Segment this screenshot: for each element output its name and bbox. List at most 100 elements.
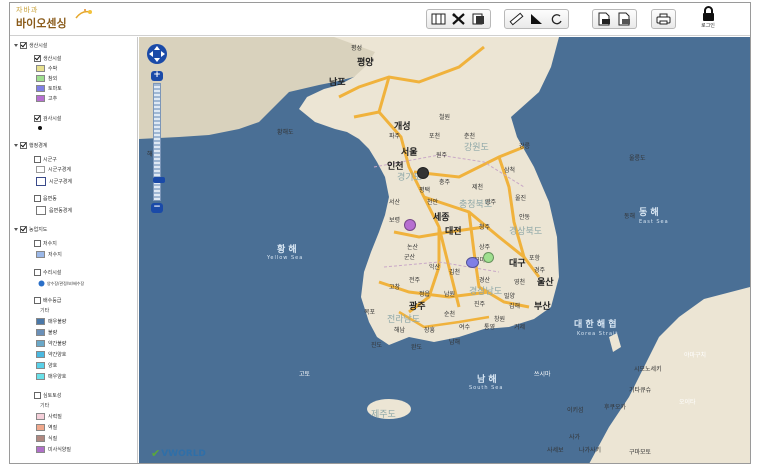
layer-label: 배수등급 — [43, 298, 62, 304]
layer-eupmyeondong-toggle[interactable]: 읍면동 — [34, 195, 57, 202]
section-checkbox[interactable] — [20, 226, 27, 233]
place-label: 강릉 — [519, 143, 531, 150]
section-label: 농업지도 — [29, 227, 48, 233]
layer-checkbox[interactable] — [34, 156, 41, 163]
zoom-slider-thumb[interactable] — [153, 177, 165, 183]
place-label: 파주 — [389, 133, 401, 140]
place-label: 해남 — [394, 327, 406, 334]
place-label: 쓰시마 — [534, 371, 551, 378]
place-label: 사가 — [569, 434, 581, 441]
section-checkbox[interactable] — [20, 142, 27, 149]
sea-label-en: East Sea — [639, 219, 669, 225]
place-label: 청주 — [479, 224, 491, 231]
legend-swatch — [36, 95, 45, 102]
place-label: 김해 — [509, 303, 521, 310]
legend-subhead-label: 기타 — [40, 308, 50, 314]
place-label: 논산 — [407, 244, 419, 251]
tools-icon[interactable] — [450, 12, 467, 27]
layer-checkbox[interactable] — [34, 269, 41, 276]
place-label: 구마모토 — [629, 449, 652, 456]
section-production[interactable]: 생산시설 — [14, 42, 47, 49]
legend-swatch — [36, 446, 45, 453]
legend-swatch — [36, 166, 45, 173]
section-agri[interactable]: 농업지도 — [14, 226, 47, 233]
layer-checkbox[interactable] — [34, 115, 41, 122]
map-view[interactable]: 평성 평양 남포 황해도 개성 철원 파주 포천 춘천 강원도 강릉 해주 서울… — [139, 37, 750, 463]
layer-checkbox[interactable] — [34, 297, 41, 304]
tomato-facility-marker[interactable] — [466, 257, 479, 268]
place-label: 경주 — [534, 267, 546, 274]
place-label: 포항 — [529, 255, 541, 262]
place-label: 통영 — [484, 324, 496, 331]
layer-sigungu-toggle[interactable]: 시군구 — [34, 156, 57, 163]
login-button[interactable]: 로그인 — [697, 6, 719, 34]
place-label: 서산 — [389, 199, 401, 206]
legend-swatch — [36, 340, 45, 347]
layer-facility-toggle[interactable]: 수리시설 — [34, 269, 61, 276]
legend-label: 고추 — [48, 96, 58, 102]
export-icon[interactable] — [596, 12, 613, 27]
place-label: 순천 — [444, 311, 456, 318]
sea-label: 황 해 — [277, 245, 297, 255]
place-label: 원주 — [436, 152, 448, 159]
place-label: 남포 — [329, 78, 346, 88]
pan-control-icon[interactable] — [146, 43, 168, 65]
place-label: 평택 — [419, 187, 431, 194]
legend-label: 읍면동경계 — [49, 208, 73, 214]
legend-swatch — [36, 251, 45, 258]
layer-panel: 생산시설 생산시설 수박 참외 토마토 고추 검사시설 행정경계 시군구 시군구… — [10, 37, 138, 463]
radius-icon[interactable] — [548, 12, 565, 27]
legend-label: 양호 — [48, 363, 58, 369]
layer-soil-toggle[interactable]: 심토토성 — [34, 392, 61, 399]
test-facility-marker[interactable] — [417, 167, 429, 179]
legend-swatch — [36, 424, 45, 431]
legend-label: 매우불량 — [48, 319, 67, 325]
legend-item: 저수지 — [36, 251, 62, 258]
layer-drainage-toggle[interactable]: 배수등급 — [34, 297, 61, 304]
map-book-icon[interactable] — [430, 12, 447, 27]
legend-item: 미사식양질 — [36, 446, 71, 453]
legend-label: 미사식양질 — [48, 447, 72, 453]
legend-swatch — [36, 75, 45, 82]
legend-swatch — [36, 65, 45, 72]
print-icon[interactable] — [655, 12, 672, 27]
section-checkbox[interactable] — [20, 42, 27, 49]
place-label: 황해도 — [277, 129, 294, 136]
zoom-slider[interactable] — [153, 83, 165, 201]
zoom-in-button[interactable]: + — [151, 71, 163, 81]
ruler-icon[interactable] — [508, 12, 525, 27]
layer-checkbox[interactable] — [34, 195, 41, 202]
legend-label: 사력질 — [48, 414, 62, 420]
legend-item: 매우불량 — [36, 318, 66, 325]
legend-label: 약간불량 — [48, 341, 67, 347]
area-icon[interactable] — [528, 12, 545, 27]
place-label: 울산 — [537, 278, 554, 288]
app-logo[interactable]: 자바과 바이오센싱 — [14, 5, 104, 35]
place-label: 사세보 — [547, 447, 564, 454]
basemap — [139, 37, 750, 463]
legend-item: 고추 — [36, 95, 57, 102]
layer-checkbox[interactable] — [34, 392, 41, 399]
legend-swatch — [36, 177, 46, 186]
layer-checkbox[interactable] — [34, 55, 41, 62]
place-label: 야마구치 — [684, 352, 707, 359]
place-label: 고창 — [389, 284, 401, 291]
layer-reservoir-toggle[interactable]: 저수지 — [34, 240, 57, 247]
section-admin[interactable]: 행정경계 — [14, 142, 47, 149]
layers-icon[interactable] — [470, 12, 487, 27]
pepper-facility-marker[interactable] — [404, 219, 416, 231]
toolbar-group-file — [592, 9, 637, 29]
legend-label: 역질 — [48, 425, 58, 431]
place-label: 창원 — [494, 316, 506, 323]
layer-production-toggle[interactable]: 생산시설 — [34, 55, 61, 62]
place-label: 진주 — [474, 301, 486, 308]
place-label: 천안 — [427, 199, 439, 206]
legend-label: 시군구경계 — [48, 167, 72, 173]
place-label: 전주 — [409, 277, 421, 284]
legend-item: 매우양호 — [36, 373, 66, 380]
layer-test-toggle[interactable]: 검사시설 — [34, 115, 61, 122]
zoom-out-button[interactable]: − — [151, 203, 163, 213]
layer-checkbox[interactable] — [34, 240, 41, 247]
melon-facility-marker[interactable] — [483, 252, 494, 263]
import-icon[interactable] — [616, 12, 633, 27]
